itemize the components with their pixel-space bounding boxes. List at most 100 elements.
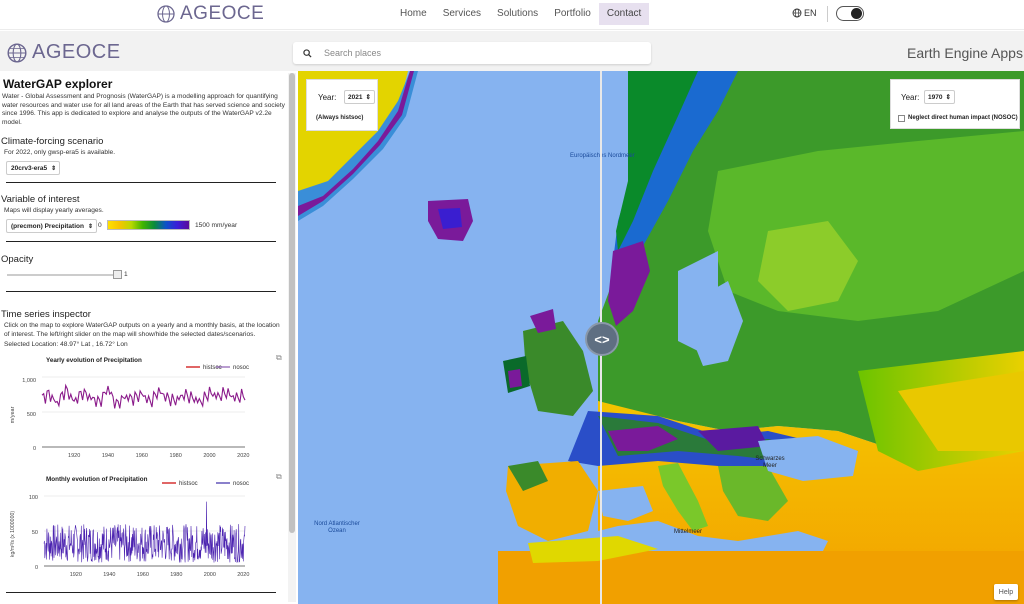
yearly-series-line <box>41 383 246 409</box>
left-year-select[interactable]: 2021 ⇕ <box>344 90 375 104</box>
variable-select[interactable]: (precmon) Precipitation ⇕ <box>6 219 97 233</box>
right-year-label: Year: <box>901 93 920 102</box>
nav-solutions[interactable]: Solutions <box>489 3 546 25</box>
precipitation-map-layer <box>298 71 1024 604</box>
map-view[interactable]: Europäisches Nordmeer Nord Atlantischer … <box>298 71 1024 604</box>
earth-engine-apps-title[interactable]: Earth Engine Apps <box>907 45 1023 61</box>
main-menu: Home Services Solutions Portfolio Contac… <box>392 3 650 25</box>
yearly-grid <box>42 376 245 448</box>
xtick-label: 2000 <box>204 572 216 578</box>
select-arrows-icon: ⇕ <box>945 94 951 101</box>
search-icon <box>303 48 312 58</box>
section-divider <box>6 182 276 183</box>
app-logo: AGEOCE <box>6 41 121 64</box>
opacity-section-title: Opacity <box>1 254 34 265</box>
selected-location: Selected Location: 48.97° Lat , 16.72° L… <box>4 341 128 348</box>
nosoc-checkbox-label[interactable]: Neglect direct human impact (NOSOC) <box>908 115 1018 121</box>
yearly-chart-svg: histsoc nosoc 0 500 1,000 m/year 1920 194… <box>10 365 249 459</box>
right-year-panel: Year: 1970 ⇕ Neglect direct human impact… <box>890 79 1020 129</box>
yearly-ylabel: m/year <box>10 406 16 423</box>
xtick-label: 2020 <box>237 453 249 459</box>
nav-services[interactable]: Services <box>435 3 489 25</box>
left-year-label: Year: <box>318 93 337 102</box>
monthly-ylabel: kg/m²/s (x 1000000) <box>10 511 16 557</box>
opacity-slider-handle[interactable] <box>113 270 122 279</box>
ytick-1000: 1,000 <box>22 378 36 384</box>
left-panel-note: (Always histsoc) <box>316 115 364 121</box>
app-header: AGEOCE Earth Engine Apps <box>0 31 1024 71</box>
xtick-label: 1940 <box>103 572 115 578</box>
xtick-label: 1920 <box>70 572 82 578</box>
ytick-0: 0 <box>33 446 36 452</box>
xtick-label: 1960 <box>137 572 149 578</box>
legend-histsoc: histsoc <box>179 481 198 487</box>
nosoc-checkbox[interactable] <box>898 115 905 122</box>
legend-min: 0 <box>98 222 102 229</box>
right-year-value: 1970 <box>928 93 943 101</box>
help-button[interactable]: Help <box>994 584 1018 600</box>
app-description: Water - Global Assessment and Prognosis … <box>2 93 285 126</box>
ytick-500: 500 <box>27 412 36 418</box>
xtick-label: 1920 <box>68 453 80 459</box>
climate-scenario-select[interactable]: 20crv3-era5 ⇕ <box>6 161 61 175</box>
sidebar-scrollbar-thumb[interactable] <box>289 73 295 533</box>
nav-portfolio[interactable]: Portfolio <box>546 3 599 25</box>
theme-toggle-knob <box>851 8 862 19</box>
left-year-value: 2021 <box>348 93 363 101</box>
opacity-value: 1 <box>124 271 128 278</box>
search-input[interactable] <box>324 48 624 58</box>
xtick-label: 1980 <box>170 572 182 578</box>
xtick-label: 2000 <box>203 453 215 459</box>
language-switcher[interactable]: EN <box>792 8 817 18</box>
section-divider <box>6 241 276 242</box>
map-label-mediterranean: Mittelmeer <box>674 529 703 535</box>
legend-nosoc: nosoc <box>233 481 249 487</box>
swipe-handle[interactable]: <> <box>585 322 619 356</box>
site-logo-text: AGEOCE <box>180 3 265 24</box>
ytick-zero: 0 <box>35 565 38 571</box>
top-nav: AGEOCE Home Services Solutions Portfolio… <box>0 0 1024 30</box>
site-logo[interactable]: AGEOCE <box>156 3 264 25</box>
xtick-label: 1960 <box>136 453 148 459</box>
climate-note: For 2022, only gwsp-era5 is available. <box>4 149 116 156</box>
right-year-select[interactable]: 1970 ⇕ <box>924 90 955 104</box>
section-divider <box>6 291 276 292</box>
legend-colorbar <box>107 220 190 230</box>
yearly-chart: Yearly evolution of Precipitation ⧉ hist… <box>0 353 288 462</box>
opacity-slider-track[interactable] <box>7 274 119 276</box>
variable-value: (precmon) Precipitation <box>11 222 84 230</box>
nav-divider <box>827 6 828 22</box>
variable-note: Maps will display yearly averages. <box>4 207 104 214</box>
climate-scenario-value: 20crv3-era5 <box>11 164 48 172</box>
sidebar: WaterGAP explorer Water - Global Assessm… <box>0 71 298 604</box>
language-label: EN <box>804 8 817 18</box>
app-logo-text: AGEOCE <box>32 41 121 63</box>
xtick-label: 1980 <box>170 453 182 459</box>
globe-icon <box>792 8 802 18</box>
monthly-chart-svg: histsoc nosoc 100 50 0 kg/m²/s (x 100000… <box>10 481 250 578</box>
chevron-left-right-icon: <> <box>594 331 610 347</box>
timeseries-description: Click on the map to explore WaterGAP out… <box>4 322 280 338</box>
sidebar-scrollbar[interactable] <box>288 73 296 602</box>
search-box <box>293 42 651 64</box>
section-divider <box>6 592 276 593</box>
nav-contact[interactable]: Contact <box>598 3 650 25</box>
globe-logo-icon <box>157 5 175 23</box>
monthly-series-line <box>43 501 246 563</box>
select-arrows-icon: ⇕ <box>51 165 57 172</box>
nav-home[interactable]: Home <box>392 3 435 25</box>
theme-toggle[interactable] <box>836 6 864 21</box>
climate-section-title: Climate-forcing scenario <box>1 136 104 147</box>
legend-max: 1500 mm/year <box>195 222 238 229</box>
xtick-label: 1940 <box>102 453 114 459</box>
map-label-norwegian-sea: Europäisches Nordmeer <box>570 153 635 159</box>
select-arrows-icon: ⇕ <box>365 94 371 101</box>
ytick-50: 50 <box>32 530 38 536</box>
legend-histsoc: histsoc <box>203 365 222 371</box>
timeseries-section-title: Time series inspector <box>1 309 91 320</box>
yearly-xticks: 1920 1940 1960 1980 2000 2020 <box>68 453 249 459</box>
ytick-100: 100 <box>29 495 38 501</box>
monthly-xticks: 1920 1940 1960 1980 2000 2020 <box>70 572 250 578</box>
map-label-atlantic: Nord Atlantischer Ozean <box>314 521 360 534</box>
legend-nosoc: nosoc <box>233 365 249 371</box>
